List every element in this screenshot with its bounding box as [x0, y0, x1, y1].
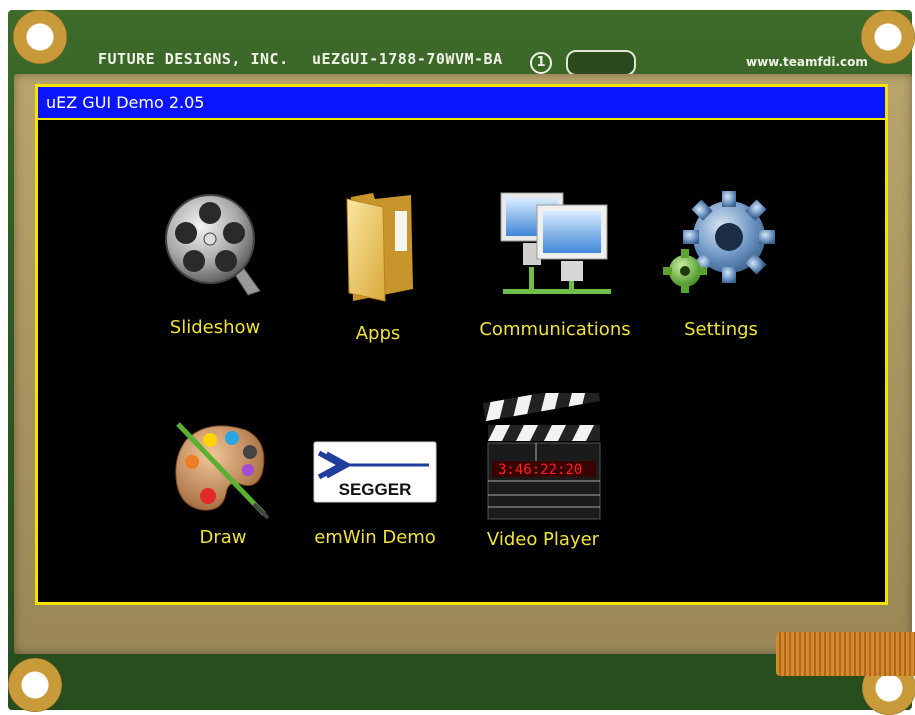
- app-settings[interactable]: Settings: [636, 185, 806, 340]
- window-title: uEZ GUI Demo 2.05: [38, 87, 885, 120]
- paint-palette-icon: [175, 422, 270, 520]
- app-draw[interactable]: Draw: [138, 420, 308, 548]
- app-label: emWin Demo: [314, 527, 436, 548]
- board-maker-label: FUTURE DESIGNS, INC.: [98, 50, 289, 68]
- film-reel-icon: [165, 194, 261, 296]
- app-video-player[interactable]: 3:46:22:20 Video Player: [458, 393, 628, 550]
- board-model-label: uEZGUI-1788-70WVM-BA: [312, 50, 503, 68]
- app-communications[interactable]: Communications: [470, 185, 640, 340]
- mounting-hole-top-right: [861, 10, 915, 64]
- segger-logo-icon: SEGGER: [313, 441, 437, 503]
- svg-text:3:46:22:20: 3:46:22:20: [498, 462, 582, 478]
- app-label: Communications: [479, 319, 631, 340]
- app-apps[interactable]: Apps: [293, 189, 463, 344]
- app-label: Video Player: [486, 529, 600, 550]
- app-label: Draw: [199, 527, 247, 548]
- board-url-label: www.teamfdi.com: [746, 55, 868, 69]
- app-label: Settings: [684, 319, 758, 340]
- network-computers-icon: [500, 192, 611, 294]
- board-revision-label: 1: [530, 52, 552, 74]
- clapperboard-icon: 3:46:22:20: [482, 393, 601, 520]
- app-label: Slideshow: [169, 317, 261, 338]
- svg-text:SEGGER: SEGGER: [339, 480, 412, 499]
- mounting-hole-top-left: [13, 10, 67, 64]
- app-slideshow[interactable]: Slideshow: [130, 187, 300, 338]
- folder-icon: [346, 193, 413, 302]
- gears-icon: [663, 191, 775, 293]
- app-emwin-demo[interactable]: SEGGER emWin Demo: [290, 441, 460, 548]
- mounting-hole-bottom-left: [8, 658, 62, 712]
- app-label: Apps: [355, 323, 401, 344]
- lcd-screen: uEZ GUI Demo 2.05 Slideshow Apps Communi…: [35, 84, 888, 605]
- board-connector: [566, 50, 636, 76]
- flex-cable: [776, 632, 915, 676]
